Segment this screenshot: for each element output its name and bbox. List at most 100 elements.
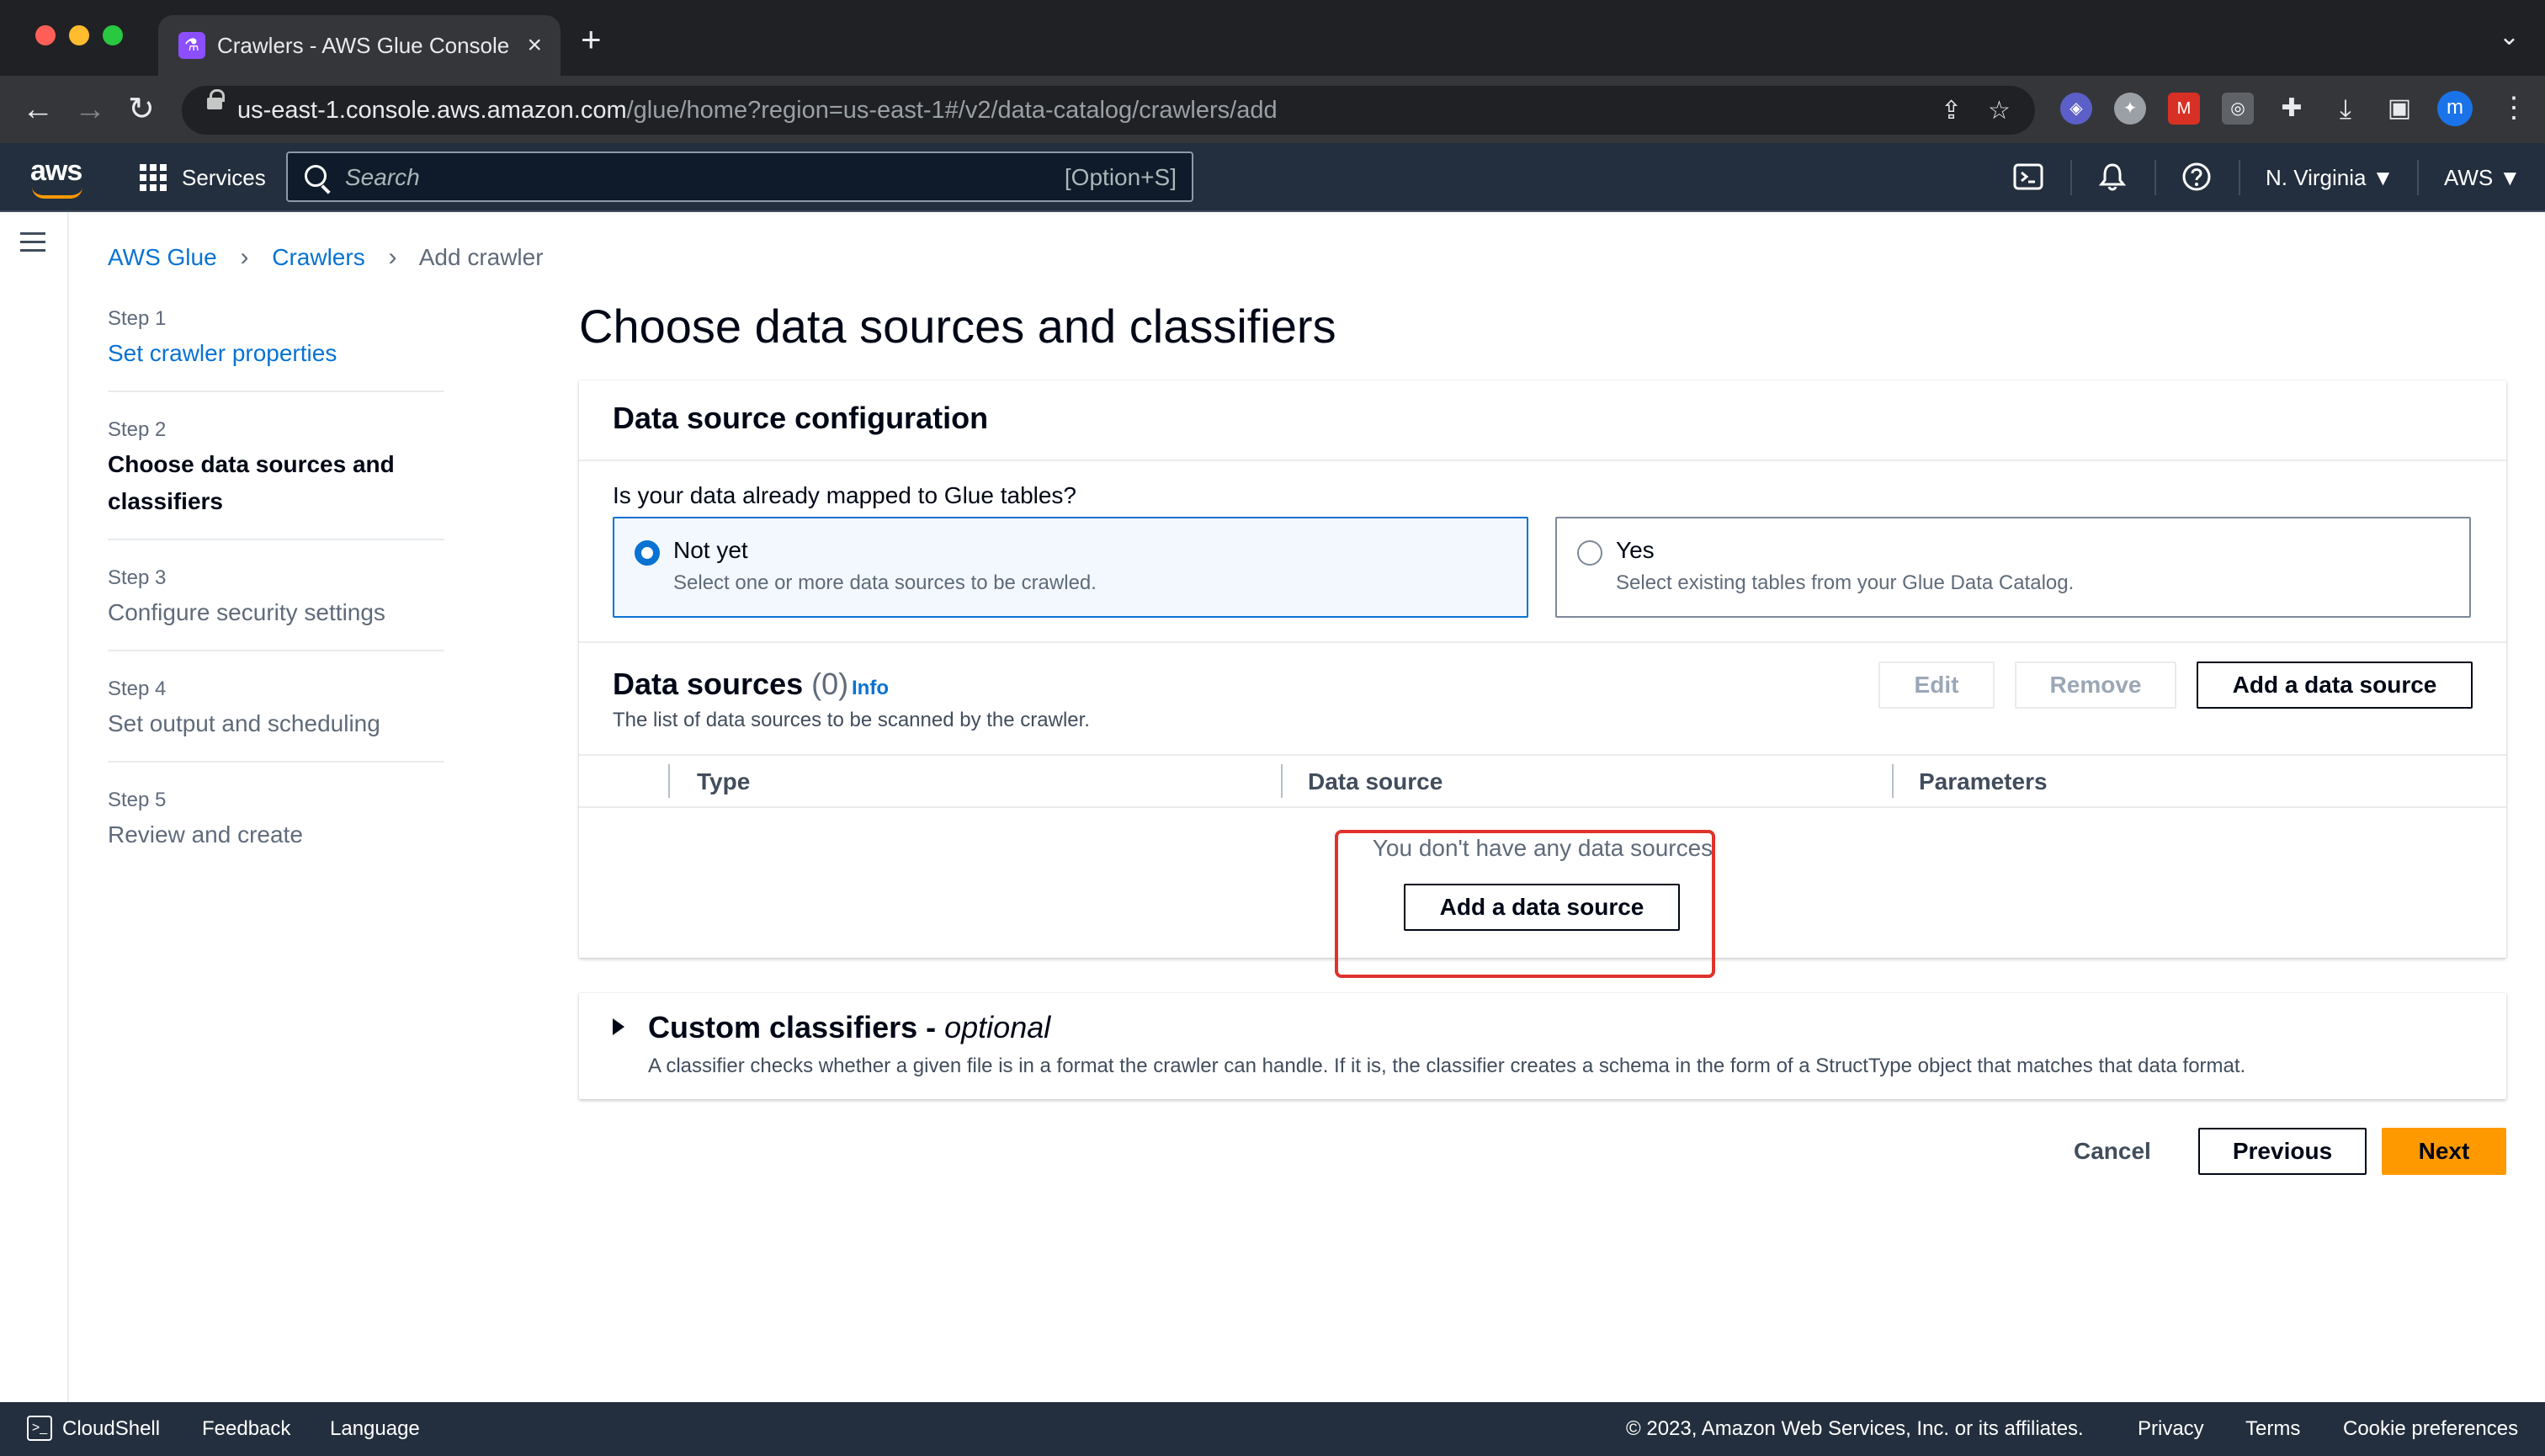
page-title: Choose data sources and classifiers	[579, 300, 1336, 353]
column-parameters[interactable]: Parameters	[1919, 764, 2048, 800]
extension-3-icon[interactable]: M	[2168, 93, 2200, 125]
address-bar[interactable]: us-east-1.console.aws.amazon.com/glue/ho…	[182, 86, 2035, 135]
add-data-source-button[interactable]: Add a data source	[2197, 662, 2473, 709]
mapping-question: Is your data already mapped to Glue tabl…	[613, 482, 1077, 508]
option-not-yet[interactable]: Not yet Select one or more data sources …	[613, 517, 1528, 618]
side-panel-icon[interactable]: ▣	[2383, 93, 2415, 125]
breadcrumb-aws-glue[interactable]: AWS Glue	[108, 244, 217, 270]
tab-title: Crawlers - AWS Glue Console	[217, 33, 510, 58]
wizard-step-1: Step 1 Set crawler properties	[108, 300, 444, 392]
column-divider	[668, 764, 670, 798]
services-grid-icon[interactable]	[140, 164, 167, 191]
search-icon	[305, 165, 327, 187]
step-link-set-crawler-properties[interactable]: Set crawler properties	[108, 335, 444, 372]
custom-classifiers-title: Custom classifiers - optional	[648, 1010, 1051, 1044]
breadcrumb: AWS Glue › Crawlers › Add crawler	[108, 241, 544, 274]
bookmark-star-icon[interactable]: ☆	[1988, 96, 2011, 125]
url-text: us-east-1.console.aws.amazon.com/glue/ho…	[237, 97, 1278, 124]
caret-right-icon[interactable]	[613, 1018, 624, 1035]
download-icon[interactable]: ⤓	[2330, 93, 2362, 125]
help-icon[interactable]	[2180, 160, 2213, 194]
divider	[579, 641, 2506, 643]
new-tab-button[interactable]: +	[581, 22, 602, 57]
browser-menu-icon[interactable]: ⋮	[2500, 91, 2528, 125]
region-selector[interactable]: N. Virginia ▼	[2266, 162, 2394, 194]
step-current-label: Choose data sources and classifiers	[108, 451, 395, 514]
footer-cookie-preferences[interactable]: Cookie preferences	[2343, 1414, 2518, 1444]
window-zoom-button[interactable]	[103, 25, 123, 45]
breadcrumb-current: Add crawler	[418, 244, 544, 270]
wizard-step-4: Step 4 Set output and scheduling	[108, 670, 444, 763]
search-shortcut-hint: [Option+S]	[1064, 164, 1177, 190]
info-link[interactable]: Info	[852, 675, 889, 702]
aws-console-header: aws Services Search [Option+S] N. Virgin…	[0, 143, 2545, 212]
window-close-button[interactable]	[35, 25, 56, 45]
wizard-steps: Step 1 Set crawler properties Step 2 Cho…	[108, 300, 444, 890]
aws-logo[interactable]: aws	[29, 153, 88, 200]
data-sources-count: (0)	[811, 667, 849, 701]
column-type[interactable]: Type	[697, 764, 750, 800]
radio-yes[interactable]	[1577, 540, 1602, 566]
wizard-step-3: Step 3 Configure security settings	[108, 559, 444, 651]
column-divider	[1281, 764, 1283, 798]
custom-classifiers-panel[interactable]: Custom classifiers - optional A classifi…	[579, 993, 2506, 1099]
tab-search-icon[interactable]: ⌄	[2499, 22, 2520, 51]
option-yes[interactable]: Yes Select existing tables from your Glu…	[1555, 517, 2471, 618]
footer-feedback[interactable]: Feedback	[202, 1414, 290, 1444]
header-divider	[2239, 160, 2240, 195]
extension-1-icon[interactable]: ◈	[2060, 93, 2092, 125]
previous-button[interactable]: Previous	[2198, 1128, 2367, 1175]
remove-button[interactable]: Remove	[2015, 662, 2176, 709]
header-divider	[2154, 160, 2156, 195]
tab-close-icon[interactable]: ×	[527, 30, 542, 61]
edit-button[interactable]: Edit	[1878, 662, 1995, 709]
header-divider	[2417, 160, 2419, 195]
share-icon[interactable]: ⇪	[1941, 96, 1962, 125]
column-data-source[interactable]: Data source	[1308, 764, 1443, 800]
next-button[interactable]: Next	[2382, 1128, 2506, 1175]
reload-icon[interactable]: ↻	[128, 91, 155, 128]
wizard-step-5: Step 5 Review and create	[108, 789, 303, 848]
footer-copyright: © 2023, Amazon Web Services, Inc. or its…	[1626, 1417, 2084, 1440]
column-divider	[1892, 764, 1894, 798]
extensions-puzzle-icon[interactable]: ✚	[2276, 93, 2308, 125]
data-sources-table-header: Type Data source Parameters	[579, 754, 2506, 808]
forward-icon[interactable]: →	[74, 91, 106, 128]
browser-tab-strip: ⚗ Crawlers - AWS Glue Console × + ⌄	[0, 0, 2545, 76]
cloudshell-footer-icon[interactable]: >_	[27, 1416, 52, 1441]
console-search-input[interactable]: Search [Option+S]	[286, 151, 1193, 202]
glue-favicon-icon: ⚗	[178, 32, 205, 59]
extension-2-icon[interactable]: ✦	[2114, 93, 2146, 125]
lock-icon	[207, 89, 225, 109]
window-minimize-button[interactable]	[69, 25, 89, 45]
aws-smile-icon	[32, 187, 82, 199]
account-menu[interactable]: AWS ▼	[2444, 162, 2521, 194]
footer-terms[interactable]: Terms	[2245, 1414, 2300, 1444]
breadcrumb-crawlers[interactable]: Crawlers	[272, 244, 364, 270]
divider	[579, 460, 2506, 461]
back-icon[interactable]: ←	[22, 91, 54, 128]
chevron-right-icon: ›	[388, 243, 397, 271]
services-menu[interactable]: Services	[182, 162, 266, 194]
data-sources-description: The list of data sources to be scanned b…	[613, 709, 1090, 731]
screen: ⚗ Crawlers - AWS Glue Console × + ⌄ ← → …	[0, 0, 2545, 1456]
panel-header: Data source configuration	[613, 401, 989, 435]
cloudshell-icon[interactable]	[2011, 160, 2045, 194]
notifications-bell-icon[interactable]	[2096, 160, 2129, 194]
footer-cloudshell[interactable]: CloudShell	[62, 1414, 160, 1444]
footer-privacy[interactable]: Privacy	[2138, 1414, 2204, 1444]
browser-tab-active[interactable]: ⚗ Crawlers - AWS Glue Console ×	[158, 15, 561, 76]
profile-avatar[interactable]: m	[2437, 91, 2473, 126]
search-placeholder: Search	[345, 164, 420, 190]
chevron-right-icon: ›	[240, 243, 249, 271]
browser-toolbar: ← → ↻ us-east-1.console.aws.amazon.com/g…	[0, 76, 2545, 143]
extension-4-icon[interactable]: ◎	[2222, 93, 2254, 125]
highlight-annotation	[1335, 830, 1715, 978]
radio-not-yet[interactable]	[635, 540, 660, 566]
menu-hamburger-icon[interactable]	[20, 232, 45, 252]
header-divider	[2070, 160, 2072, 195]
custom-classifiers-description: A classifier checks whether a given file…	[648, 1055, 2246, 1077]
cancel-button[interactable]: Cancel	[2074, 1129, 2151, 1173]
footer-language[interactable]: Language	[330, 1414, 420, 1444]
wizard-step-2: Step 2 Choose data sources and classifie…	[108, 411, 444, 540]
